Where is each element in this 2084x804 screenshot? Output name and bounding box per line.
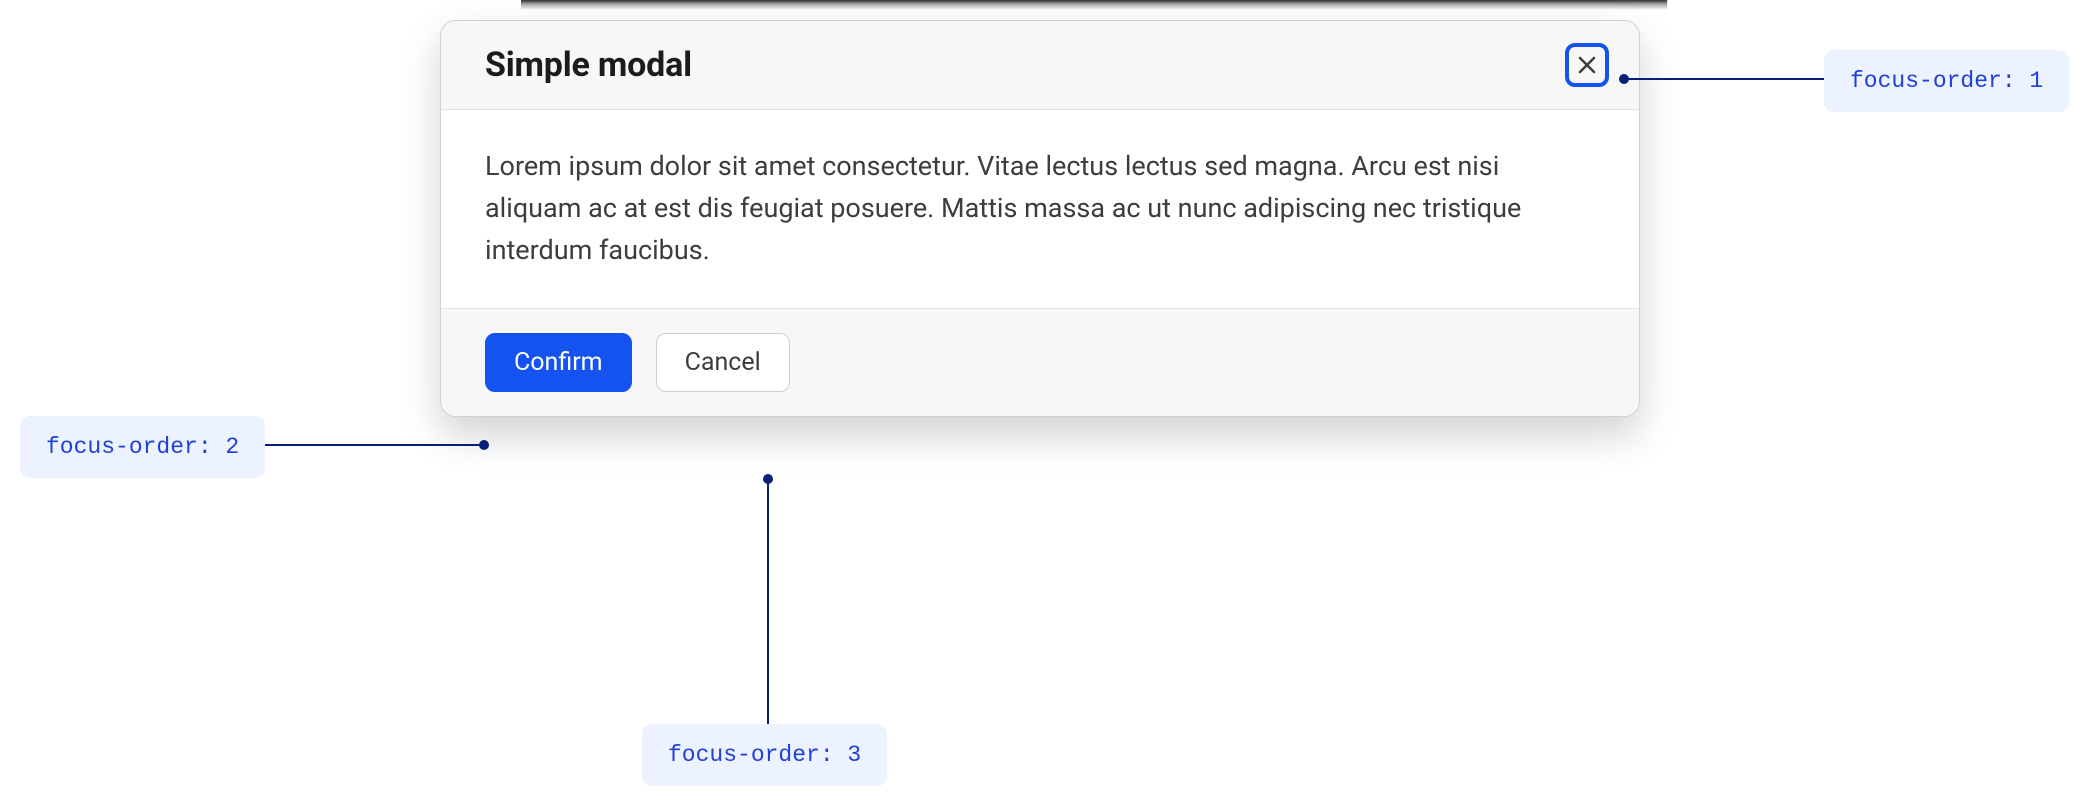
- cancel-button[interactable]: Cancel: [656, 333, 790, 392]
- modal-body: Lorem ipsum dolor sit amet consectetur. …: [441, 110, 1639, 309]
- modal-header: Simple modal: [441, 21, 1639, 110]
- close-button[interactable]: [1565, 43, 1609, 87]
- modal-body-text: Lorem ipsum dolor sit amet consectetur. …: [485, 146, 1595, 272]
- annotation-close: focus-order: 1: [1824, 50, 2069, 112]
- modal-dialog: Simple modal Lorem ipsum dolor sit amet …: [440, 20, 1640, 417]
- connector-dot: [479, 440, 489, 450]
- annotation-cancel: focus-order: 3: [642, 724, 887, 786]
- connector-dot: [1619, 74, 1629, 84]
- annotation-confirm: focus-order: 2: [20, 416, 265, 478]
- diagram-canvas: Simple modal Lorem ipsum dolor sit amet …: [0, 0, 2084, 804]
- modal-title: Simple modal: [485, 45, 692, 85]
- connector-dot: [763, 474, 773, 484]
- confirm-button[interactable]: Confirm: [485, 333, 632, 392]
- top-shadow: [0, 0, 2084, 10]
- close-icon: [1577, 55, 1597, 75]
- modal-footer: Confirm Cancel: [441, 309, 1639, 416]
